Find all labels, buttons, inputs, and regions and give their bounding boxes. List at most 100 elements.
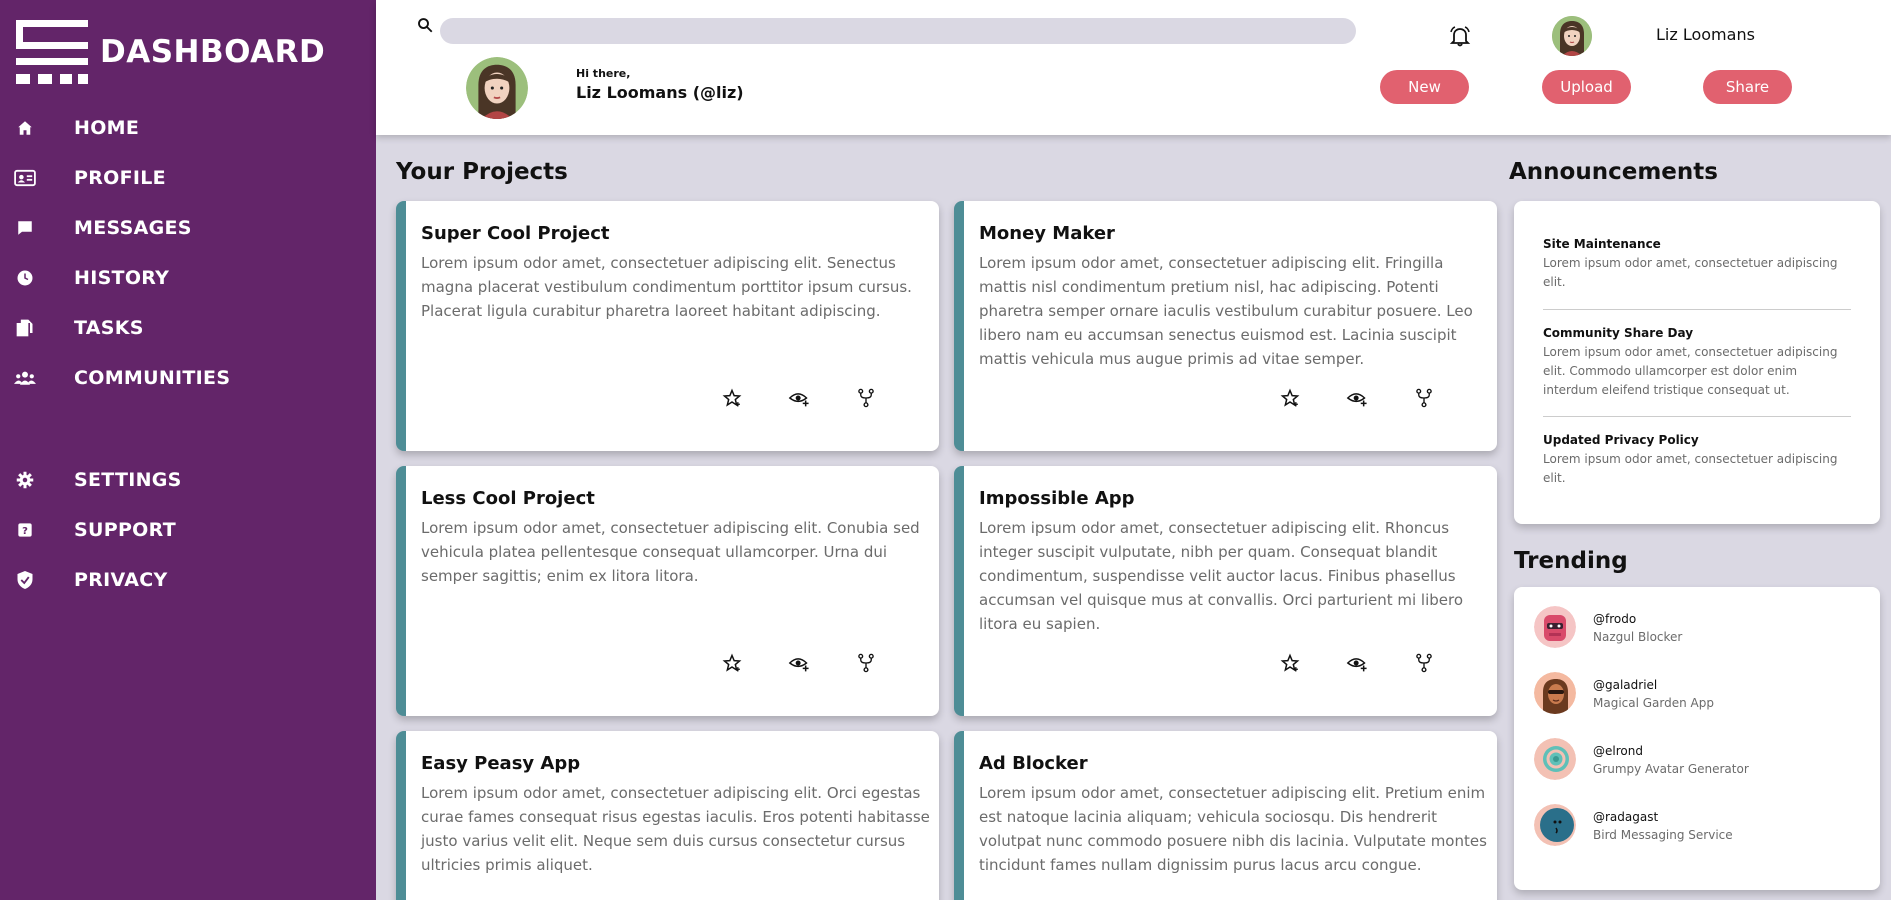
announcement-body: Lorem ipsum odor amet, consectetuer adip… (1543, 452, 1838, 485)
clock-icon (14, 267, 36, 289)
sidebar-item-label: TASKS (74, 317, 144, 339)
sidebar-item-label: HISTORY (74, 267, 170, 289)
shield-icon (14, 569, 36, 591)
fork-icon[interactable] (1413, 652, 1435, 674)
avatar (1534, 672, 1576, 714)
project-title: Super Cool Project (421, 223, 610, 244)
upload-button[interactable]: Upload (1542, 70, 1631, 104)
fork-icon[interactable] (1413, 387, 1435, 409)
project-card[interactable]: Super Cool Project Lorem ipsum odor amet… (396, 201, 939, 451)
divider (1543, 416, 1851, 417)
trending-project: Magical Garden App (1593, 696, 1714, 710)
trending-panel: @frodo Nazgul Blocker @galadriel Magical… (1514, 587, 1880, 890)
project-card[interactable]: Less Cool Project Lorem ipsum odor amet,… (396, 466, 939, 716)
svg-text:?: ? (22, 526, 28, 537)
avatar (1534, 738, 1576, 780)
trending-project: Grumpy Avatar Generator (1593, 762, 1749, 776)
announcement-title: Site Maintenance (1543, 237, 1661, 251)
avatar (1534, 804, 1576, 846)
documents-icon (14, 317, 36, 339)
project-actions (1279, 652, 1479, 674)
sidebar: DASHBOARD HOME PROFILE MESSAGES HISTORY (0, 0, 376, 900)
project-card[interactable]: Money Maker Lorem ipsum odor amet, conse… (954, 201, 1497, 451)
id-card-icon (14, 167, 36, 189)
trending-item[interactable]: @radagast Bird Messaging Service (1534, 804, 1864, 848)
trending-item[interactable]: @frodo Nazgul Blocker (1534, 606, 1864, 650)
project-title: Ad Blocker (979, 753, 1088, 774)
watch-icon[interactable] (1346, 652, 1368, 674)
sidebar-item-label: PROFILE (74, 167, 166, 189)
sidebar-item-label: SUPPORT (74, 519, 176, 541)
sidebar-item-label: HOME (74, 117, 140, 139)
sidebar-item-messages[interactable]: MESSAGES (0, 208, 376, 248)
greeting-label: Hi there, (576, 67, 631, 80)
help-icon: ? (14, 519, 36, 541)
search-input[interactable] (440, 18, 1356, 44)
trending-username: @galadriel (1593, 678, 1658, 692)
watch-icon[interactable] (1346, 387, 1368, 409)
project-description: Lorem ipsum odor amet, consectetuer adip… (979, 254, 1473, 368)
trending-username: @elrond (1593, 744, 1643, 758)
star-icon[interactable] (1279, 387, 1301, 409)
divider (1543, 309, 1851, 310)
project-description: Lorem ipsum odor amet, consectetuer adip… (421, 784, 930, 874)
announcement-body: Lorem ipsum odor amet, consectetuer adip… (1543, 345, 1838, 397)
sidebar-item-support[interactable]: ? SUPPORT (0, 510, 376, 550)
announcement-item[interactable]: Site Maintenance Lorem ipsum odor amet, … (1543, 237, 1851, 292)
watch-icon[interactable] (788, 387, 810, 409)
sidebar-item-history[interactable]: HISTORY (0, 258, 376, 298)
people-icon (14, 367, 36, 389)
trending-project: Nazgul Blocker (1593, 630, 1683, 644)
project-card[interactable]: Ad Blocker Lorem ipsum odor amet, consec… (954, 731, 1497, 900)
header-username: Liz Loomans (1656, 25, 1755, 44)
project-actions (721, 652, 921, 674)
announcements-section-title: Announcements (1509, 159, 1718, 185)
brand[interactable]: DASHBOARD (16, 20, 325, 84)
project-description: Lorem ipsum odor amet, consectetuer adip… (979, 519, 1464, 633)
search-icon[interactable] (416, 16, 436, 36)
sidebar-item-communities[interactable]: COMMUNITIES (0, 358, 376, 398)
trending-username: @frodo (1593, 612, 1637, 626)
share-button[interactable]: Share (1703, 70, 1792, 104)
announcement-item[interactable]: Community Share Day Lorem ipsum odor ame… (1543, 326, 1851, 400)
sidebar-item-label: SETTINGS (74, 469, 182, 491)
sidebar-item-label: MESSAGES (74, 217, 192, 239)
project-actions (721, 387, 921, 409)
sidebar-item-tasks[interactable]: TASKS (0, 308, 376, 348)
sidebar-item-label: PRIVACY (74, 569, 168, 591)
trending-item[interactable]: @galadriel Magical Garden App (1534, 672, 1864, 716)
fork-icon[interactable] (855, 387, 877, 409)
trending-project: Bird Messaging Service (1593, 828, 1733, 842)
new-button[interactable]: New (1380, 70, 1469, 104)
home-icon (14, 117, 36, 139)
project-description: Lorem ipsum odor amet, consectetuer adip… (421, 254, 912, 320)
announcement-item[interactable]: Updated Privacy Policy Lorem ipsum odor … (1543, 433, 1851, 488)
project-title: Money Maker (979, 223, 1115, 244)
top-header: Liz Loomans Hi there, Liz Loomans (@liz)… (376, 0, 1891, 135)
notification-bell-icon[interactable] (1448, 24, 1474, 50)
star-icon[interactable] (721, 387, 743, 409)
fork-icon[interactable] (855, 652, 877, 674)
announcement-title: Updated Privacy Policy (1543, 433, 1699, 447)
avatar[interactable] (1552, 16, 1592, 56)
watch-icon[interactable] (788, 652, 810, 674)
project-description: Lorem ipsum odor amet, consectetuer adip… (979, 784, 1487, 874)
announcements-panel: Site Maintenance Lorem ipsum odor amet, … (1514, 201, 1880, 524)
gear-icon (14, 469, 36, 491)
trending-item[interactable]: @elrond Grumpy Avatar Generator (1534, 738, 1864, 782)
greeting-name: Liz Loomans (@liz) (576, 83, 744, 102)
sidebar-item-profile[interactable]: PROFILE (0, 158, 376, 198)
sidebar-item-settings[interactable]: SETTINGS (0, 460, 376, 500)
avatar (1534, 606, 1576, 648)
trending-username: @radagast (1593, 810, 1659, 824)
projects-section-title: Your Projects (396, 159, 568, 185)
star-icon[interactable] (1279, 652, 1301, 674)
project-title: Impossible App (979, 488, 1135, 509)
project-description: Lorem ipsum odor amet, consectetuer adip… (421, 519, 920, 585)
project-card[interactable]: Easy Peasy App Lorem ipsum odor amet, co… (396, 731, 939, 900)
sidebar-item-privacy[interactable]: PRIVACY (0, 560, 376, 600)
sidebar-item-home[interactable]: HOME (0, 108, 376, 148)
announcement-body: Lorem ipsum odor amet, consectetuer adip… (1543, 256, 1838, 289)
project-card[interactable]: Impossible App Lorem ipsum odor amet, co… (954, 466, 1497, 716)
star-icon[interactable] (721, 652, 743, 674)
